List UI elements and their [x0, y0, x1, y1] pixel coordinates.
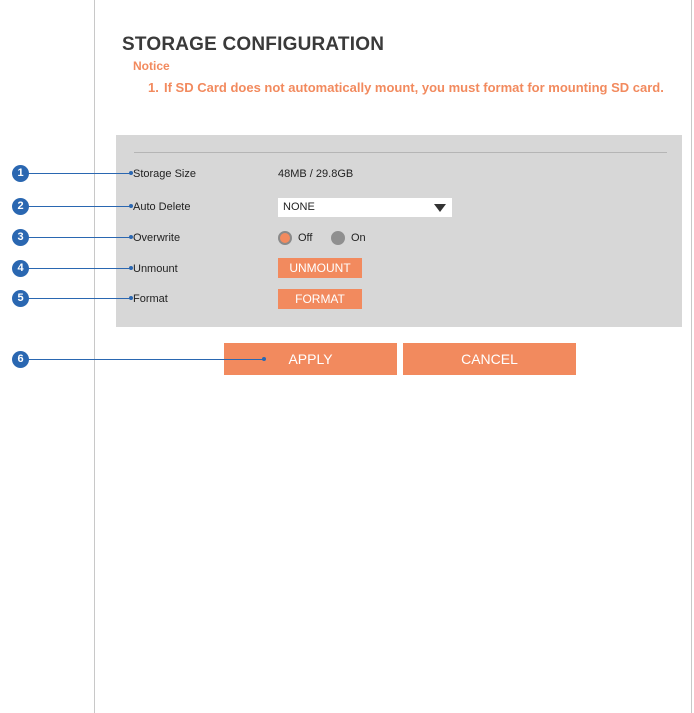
callout-dot-1: [129, 171, 133, 175]
callout-dot-2: [129, 204, 133, 208]
page-title: STORAGE CONFIGURATION: [122, 34, 385, 55]
format-button[interactable]: FORMAT: [278, 289, 362, 309]
auto-delete-label: Auto Delete: [133, 201, 191, 213]
overwrite-off-label: Off: [298, 232, 313, 244]
cancel-button[interactable]: CANCEL: [403, 343, 576, 375]
overwrite-label: Overwrite: [133, 232, 181, 244]
callout-dot-6: [262, 357, 266, 361]
callout-badge-3: 3: [12, 229, 29, 246]
format-label: Format: [133, 293, 168, 305]
storage-settings-panel: Storage Size 48MB / 29.8GB Auto Delete N…: [116, 135, 682, 327]
callout-badge-1: 1: [12, 165, 29, 182]
notice-item: 1. If SD Card does not automatically mou…: [148, 80, 668, 95]
notice-title: Notice: [133, 59, 170, 73]
callout-leader-4: [28, 268, 131, 269]
unmount-label: Unmount: [133, 263, 178, 275]
callout-dot-3: [129, 235, 133, 239]
callout-leader-3: [28, 237, 131, 238]
notice-text: If SD Card does not automatically mount,…: [164, 80, 664, 95]
notice-number: 1.: [148, 80, 159, 95]
dropdown-arrow-icon: [434, 204, 446, 212]
panel-divider: [134, 152, 667, 153]
storage-size-label: Storage Size: [133, 168, 196, 180]
storage-size-value: 48MB / 29.8GB: [278, 168, 354, 180]
callout-badge-2: 2: [12, 198, 29, 215]
callout-leader-5: [28, 298, 131, 299]
overwrite-on-label: On: [351, 232, 366, 244]
callout-leader-6: [28, 359, 264, 360]
overwrite-off-radio[interactable]: [278, 231, 292, 245]
callout-badge-6: 6: [12, 351, 29, 368]
callout-leader-1: [28, 173, 131, 174]
callout-badge-4: 4: [12, 260, 29, 277]
callout-dot-4: [129, 266, 133, 270]
auto-delete-select[interactable]: NONE: [278, 198, 452, 217]
callout-dot-5: [129, 296, 133, 300]
unmount-button[interactable]: UNMOUNT: [278, 258, 362, 278]
callout-leader-2: [28, 206, 131, 207]
callout-badge-5: 5: [12, 290, 29, 307]
auto-delete-selected-value: NONE: [283, 201, 315, 213]
overwrite-on-radio[interactable]: [331, 231, 345, 245]
